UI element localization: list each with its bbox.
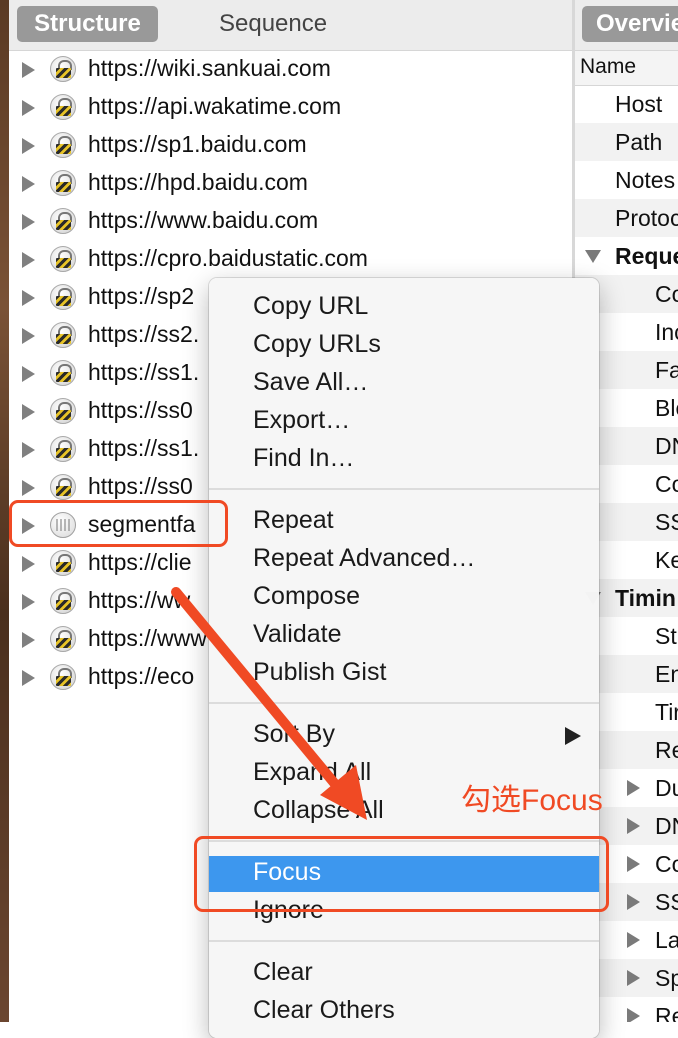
annotation-arrow-icon — [171, 587, 367, 820]
annotation-label: 勾选Focus — [461, 784, 603, 817]
